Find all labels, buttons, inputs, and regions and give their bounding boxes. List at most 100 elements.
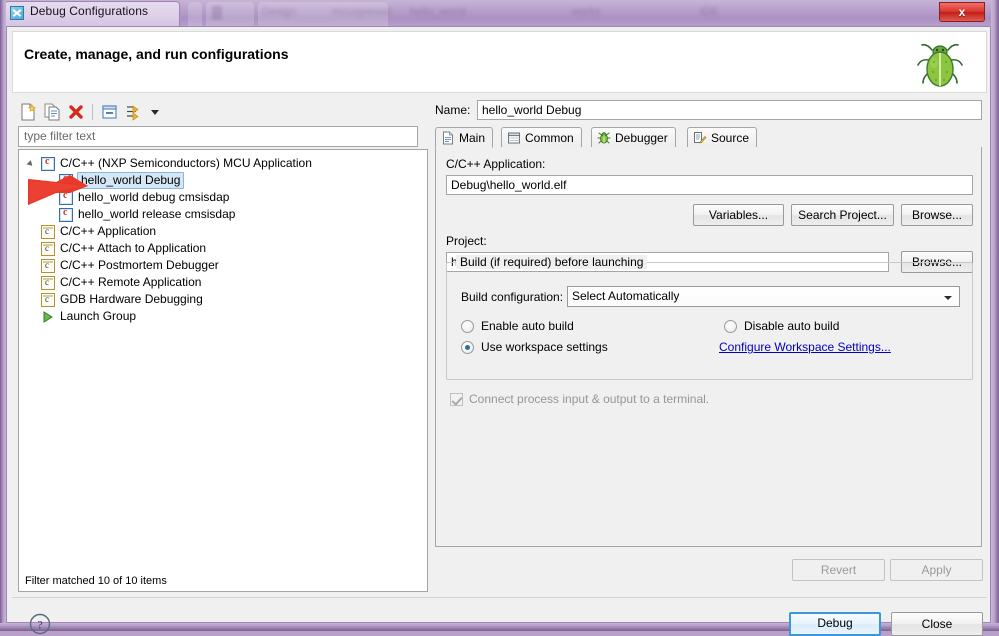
delete-icon[interactable] bbox=[66, 102, 86, 122]
apply-button[interactable]: Apply bbox=[890, 559, 983, 581]
eclipse-x-icon bbox=[10, 6, 24, 20]
tree-item-hello-world-debug-cmsisdap[interactable]: hello_world debug cmsisdap bbox=[19, 189, 427, 206]
tab-common[interactable]: Common bbox=[501, 127, 582, 148]
filter-input[interactable]: type filter text bbox=[18, 126, 418, 147]
chevron-down-icon bbox=[944, 296, 952, 300]
chevron-down-icon[interactable] bbox=[148, 102, 162, 122]
titlebar-blur-text-3: hello_world bbox=[410, 6, 466, 18]
variables-button[interactable]: Variables... bbox=[693, 204, 784, 226]
tree-item-hello-world-release-cmsisdap[interactable]: hello_world release cmsisdap bbox=[19, 206, 427, 223]
tree-item-label: Launch Group bbox=[60, 309, 137, 323]
name-label: Name: bbox=[435, 103, 471, 117]
radio-use-workspace-settings-label: Use workspace settings bbox=[481, 340, 608, 354]
cpp-app-icon bbox=[41, 224, 55, 239]
launch-configuration-tree[interactable]: C/C++ (NXP Semiconductors) MCU Applicati… bbox=[18, 149, 428, 592]
search-project-button[interactable]: Search Project... bbox=[791, 204, 894, 226]
expand-twisty-icon[interactable] bbox=[26, 160, 35, 168]
tree-toolbar bbox=[18, 100, 428, 124]
close-button[interactable]: Close bbox=[891, 612, 983, 636]
tree-item-label: GDB Hardware Debugging bbox=[60, 292, 203, 306]
collapse-all-icon[interactable] bbox=[100, 102, 120, 122]
green-bug-icon bbox=[917, 43, 963, 87]
tab-label: Source bbox=[711, 131, 750, 145]
terminal-checkbox[interactable] bbox=[450, 393, 463, 406]
configuration-name-row: Name: hello_world Debug bbox=[435, 100, 982, 122]
filter-icon[interactable] bbox=[124, 102, 144, 122]
tree-item-label: C/C++ (NXP Semiconductors) MCU Applicati… bbox=[60, 156, 312, 170]
footer-divider bbox=[12, 597, 987, 598]
application-input[interactable]: Debug\hello_world.elf bbox=[446, 175, 973, 195]
radio-disable-auto-build[interactable] bbox=[724, 320, 737, 333]
launch-configuration-tree-panel: type filter text C/C++ (NXP Semiconducto… bbox=[18, 100, 428, 592]
application-label: C/C++ Application: bbox=[446, 157, 546, 171]
dialog-body: Create, manage, and run configurations t… bbox=[6, 26, 991, 636]
tree-item-label: C/C++ Postmortem Debugger bbox=[60, 258, 219, 272]
tree-item-hello-world-debug[interactable]: hello_world Debug bbox=[19, 172, 427, 189]
browse-application-button[interactable]: Browse... bbox=[901, 204, 973, 226]
tab-label: Common bbox=[525, 131, 574, 145]
tree-item-label: hello_world debug cmsisdap bbox=[78, 190, 230, 204]
configuration-editor-panel: Name: hello_world Debug Main Common Debu… bbox=[435, 100, 983, 592]
document-icon bbox=[441, 131, 455, 145]
revert-button[interactable]: Revert bbox=[792, 559, 885, 581]
tree-item-label: C/C++ Attach to Application bbox=[60, 241, 207, 255]
cpp-app-icon bbox=[41, 258, 55, 273]
mcu-app-icon bbox=[59, 173, 73, 188]
bug-icon bbox=[597, 131, 611, 145]
duplicate-icon[interactable] bbox=[42, 102, 62, 122]
new-launch-configuration-icon[interactable] bbox=[18, 102, 38, 122]
radio-use-workspace-settings[interactable] bbox=[461, 341, 474, 354]
mcu-app-icon bbox=[41, 156, 55, 171]
titlebar-ghost-tab-1 bbox=[188, 2, 202, 26]
radio-enable-auto-build[interactable] bbox=[461, 320, 474, 333]
page-title: Create, manage, and run configurations bbox=[24, 46, 289, 62]
terminal-checkbox-label: Connect process input & output to a term… bbox=[469, 392, 710, 406]
titlebar-blur-text-5: IDE bbox=[700, 6, 719, 18]
titlebar-blur-text-2: mcuxpresso bbox=[332, 6, 392, 18]
tab-main[interactable]: Main bbox=[435, 127, 494, 148]
tree-item-cpp-postmortem-debugger[interactable]: C/C++ Postmortem Debugger bbox=[19, 257, 427, 274]
build-configuration-value: Select Automatically bbox=[572, 289, 680, 303]
radio-disable-auto-build-label: Disable auto build bbox=[744, 319, 840, 333]
mcu-app-icon bbox=[59, 190, 73, 205]
configuration-tabstrip: Main Common Debugger Source bbox=[435, 127, 982, 148]
tree-item-launch-group[interactable]: Launch Group bbox=[19, 308, 427, 325]
tree-item-label: C/C++ Application bbox=[60, 224, 157, 238]
tree-item-gdb-hardware-debugging[interactable]: GDB Hardware Debugging bbox=[19, 291, 427, 308]
close-window-button[interactable]: x bbox=[939, 2, 985, 22]
tree-item-label: C/C++ Remote Application bbox=[60, 275, 202, 289]
project-label: Project: bbox=[446, 234, 487, 248]
tree-item-label: hello_world release cmsisdap bbox=[78, 207, 236, 221]
source-lookup-icon bbox=[693, 131, 707, 145]
tree-item-cpp-attach-to-application[interactable]: C/C++ Attach to Application bbox=[19, 240, 427, 257]
build-configuration-select[interactable]: Select Automatically bbox=[567, 286, 960, 307]
build-configuration-label: Build configuration: bbox=[461, 290, 564, 304]
build-group-legend: Build (if required) before launching bbox=[456, 255, 648, 269]
debug-configurations-window: Design mcuxpresso hello_world works IDE … bbox=[0, 0, 999, 636]
mcu-app-icon bbox=[59, 207, 73, 222]
toolbar-separator bbox=[92, 104, 93, 120]
configure-workspace-settings-link[interactable]: Configure Workspace Settings... bbox=[719, 340, 891, 354]
window-edge-right bbox=[991, 0, 999, 631]
dialog-banner: Create, manage, and run configurations bbox=[12, 31, 987, 93]
titlebar-blur-icon bbox=[212, 6, 222, 20]
configuration-name-input[interactable]: hello_world Debug bbox=[477, 100, 982, 120]
window-title: Debug Configurations bbox=[30, 4, 149, 18]
window-titlebar: Design mcuxpresso hello_world works IDE … bbox=[0, 0, 999, 26]
tree-item-mcu-application[interactable]: C/C++ (NXP Semiconductors) MCU Applicati… bbox=[19, 155, 427, 172]
filter-status-text: Filter matched 10 of 10 items bbox=[25, 575, 167, 587]
launch-group-icon bbox=[41, 310, 55, 324]
question-mark-icon[interactable]: ? bbox=[29, 613, 51, 635]
tab-debugger[interactable]: Debugger bbox=[591, 127, 676, 148]
tree-item-cpp-remote-application[interactable]: C/C++ Remote Application bbox=[19, 274, 427, 291]
build-group: Build (if required) before launching Bui… bbox=[446, 255, 973, 380]
titlebar-blur-text-1: Design bbox=[262, 6, 297, 18]
radio-enable-auto-build-label: Enable auto build bbox=[481, 319, 574, 333]
tree-item-cpp-application[interactable]: C/C++ Application bbox=[19, 223, 427, 240]
cpp-app-icon bbox=[41, 275, 55, 290]
tab-label: Main bbox=[459, 130, 486, 145]
tab-source[interactable]: Source bbox=[687, 127, 758, 148]
table-icon bbox=[507, 131, 521, 145]
debug-button[interactable]: Debug bbox=[789, 612, 881, 636]
svg-text:?: ? bbox=[37, 618, 42, 632]
